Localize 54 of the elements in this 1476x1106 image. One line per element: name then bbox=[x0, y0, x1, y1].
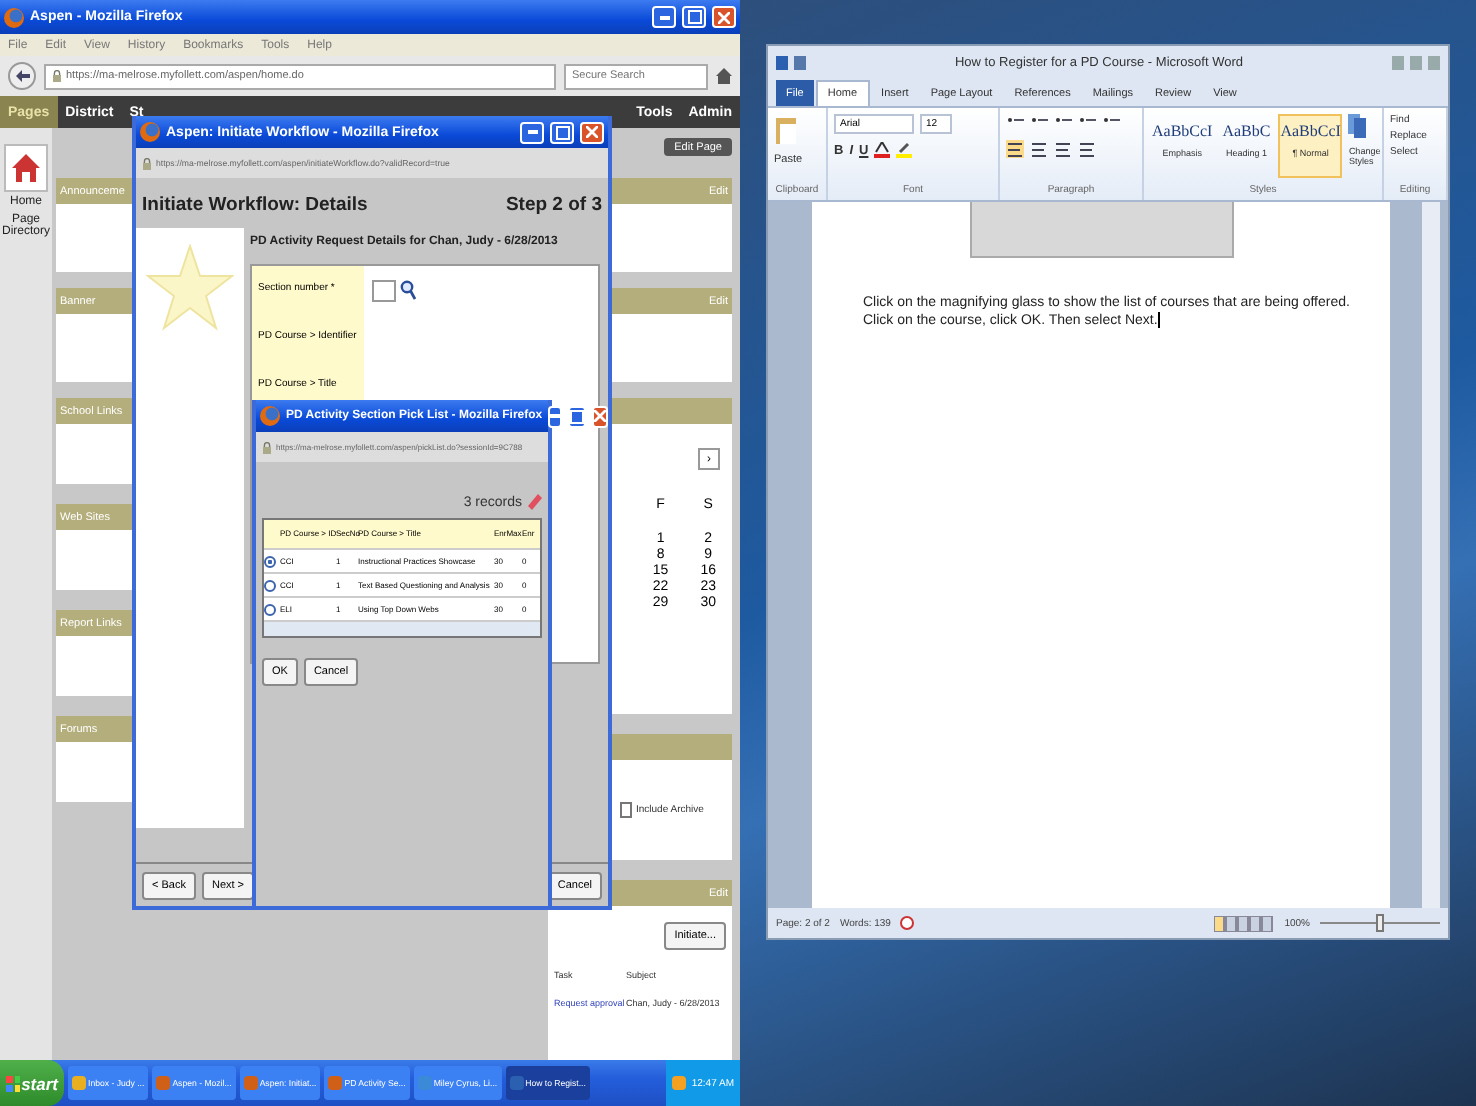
close-icon bbox=[586, 126, 598, 138]
firefox-icon bbox=[140, 122, 160, 142]
app-icon bbox=[509, 1076, 524, 1090]
zoom-thumb[interactable] bbox=[1376, 914, 1384, 932]
home-icon bbox=[4, 144, 48, 192]
minimize-icon bbox=[527, 130, 537, 134]
word-icon bbox=[776, 55, 788, 69]
back-arrow-icon bbox=[15, 70, 29, 82]
close-icon bbox=[718, 11, 730, 23]
maximize-icon bbox=[555, 125, 569, 139]
home-icon[interactable] bbox=[716, 68, 732, 84]
maximize-button[interactable] bbox=[550, 121, 574, 143]
scrollbar[interactable] bbox=[1422, 202, 1440, 908]
app-icon bbox=[156, 1076, 171, 1090]
dialog-heading: Initiate Workflow: Details bbox=[142, 194, 368, 216]
app-icon bbox=[417, 1076, 432, 1090]
minimize-button[interactable] bbox=[548, 405, 563, 427]
lock-icon bbox=[142, 157, 152, 169]
styles-icon[interactable] bbox=[1348, 114, 1369, 138]
view-buttons-icon[interactable] bbox=[1214, 915, 1275, 931]
start-button[interactable]: start bbox=[0, 1060, 64, 1106]
scrollbar[interactable] bbox=[264, 622, 540, 636]
windows-logo-icon bbox=[6, 1075, 20, 1091]
app-icon bbox=[243, 1076, 258, 1090]
close-button[interactable] bbox=[712, 6, 736, 28]
firefox-icon bbox=[4, 7, 24, 27]
app-icon bbox=[72, 1076, 86, 1090]
lock-icon bbox=[52, 70, 62, 82]
save-icon[interactable] bbox=[794, 55, 806, 69]
checkbox[interactable] bbox=[620, 802, 632, 818]
step-indicator: Step 2 of 3 bbox=[505, 194, 602, 216]
minimize-icon bbox=[550, 414, 561, 418]
back-button[interactable] bbox=[8, 62, 36, 90]
maximize-icon bbox=[687, 10, 701, 24]
proofing-icon[interactable] bbox=[900, 916, 915, 930]
search-icon[interactable] bbox=[400, 280, 416, 300]
highlight-icon[interactable] bbox=[896, 142, 913, 158]
maximize-button[interactable] bbox=[568, 405, 587, 427]
section-input[interactable] bbox=[372, 279, 396, 301]
maximize-button[interactable] bbox=[682, 6, 706, 28]
star-drawing bbox=[146, 244, 234, 332]
app-icon bbox=[328, 1076, 343, 1090]
firefox-icon bbox=[260, 406, 280, 426]
minimize-icon bbox=[659, 15, 669, 19]
radio-button[interactable] bbox=[264, 579, 276, 591]
minimize-button[interactable] bbox=[652, 6, 676, 28]
close-button[interactable] bbox=[580, 121, 604, 143]
maximize-icon bbox=[570, 409, 585, 423]
text-color-icon[interactable] bbox=[874, 142, 891, 158]
radio-button[interactable] bbox=[264, 555, 276, 567]
lock-icon bbox=[262, 441, 272, 453]
close-button[interactable] bbox=[592, 405, 609, 427]
radio-button[interactable] bbox=[264, 603, 276, 615]
minimize-button[interactable] bbox=[520, 121, 544, 143]
